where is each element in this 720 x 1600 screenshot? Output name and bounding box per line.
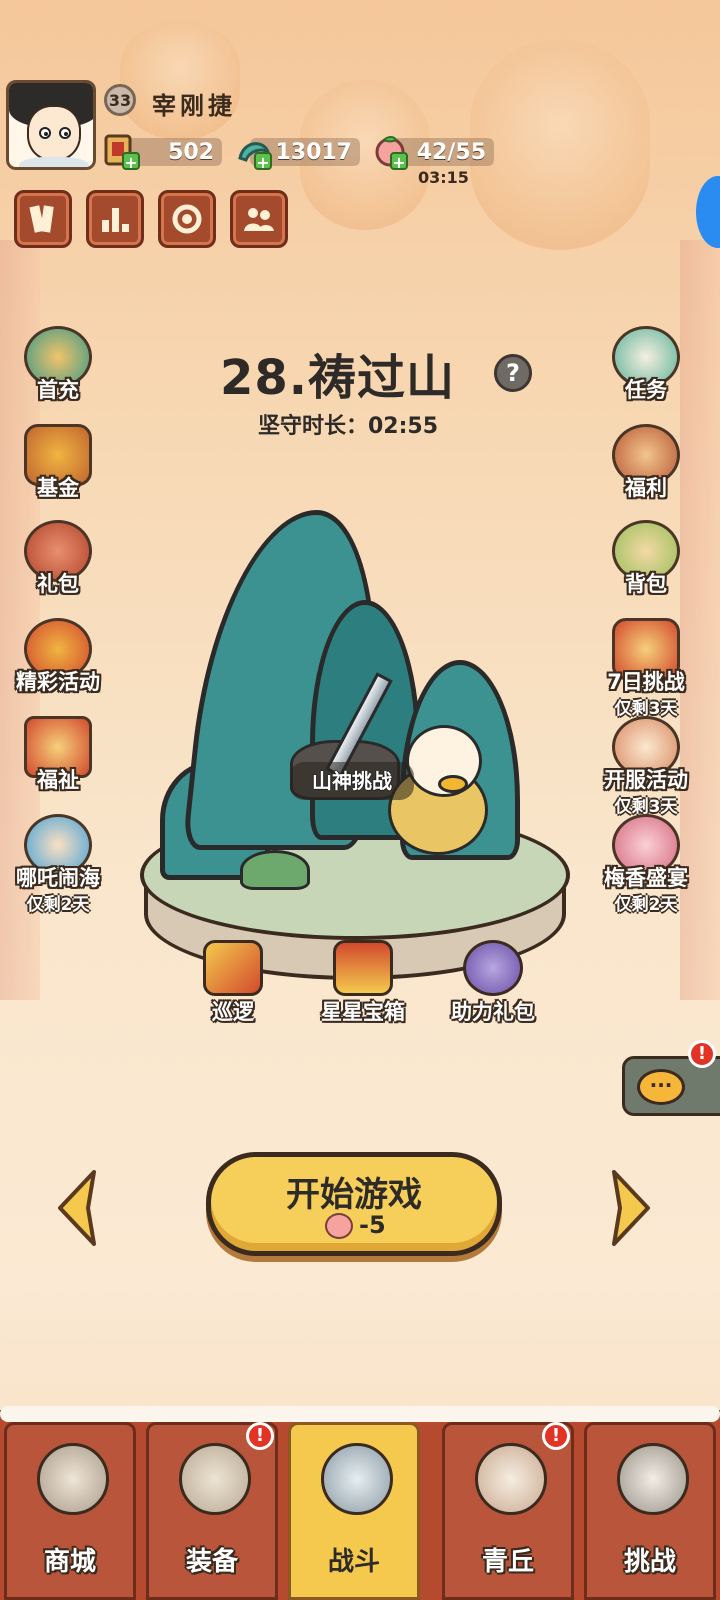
start-game-button[interactable]: 开始游戏 -5 xyxy=(206,1152,502,1256)
scene-item-label: 巡逻 xyxy=(212,1000,254,1024)
menu-label: 哪吒闹海 xyxy=(16,866,100,890)
scene-item-label: 助力礼包 xyxy=(451,1000,535,1024)
stamina-timer: 03:15 xyxy=(418,168,469,187)
chest-icon xyxy=(333,940,393,996)
mountain-peak-icon xyxy=(475,1443,547,1515)
challenge-orb-icon xyxy=(617,1443,689,1515)
helmet-icon xyxy=(179,1443,251,1515)
assist-gift-button[interactable]: 助力礼包 xyxy=(438,940,548,1030)
chat-bubble-icon: ··· xyxy=(637,1069,685,1105)
star-chest-button[interactable]: 星星宝箱 xyxy=(308,940,418,1030)
ranking-button[interactable] xyxy=(86,190,144,248)
friends-button[interactable] xyxy=(230,190,288,248)
avatar-eye xyxy=(59,127,71,139)
blessing-button[interactable]: 福祉 xyxy=(8,716,108,806)
fund-button[interactable]: 基金 xyxy=(8,424,108,514)
scene-item-label: 星星宝箱 xyxy=(321,1000,405,1024)
menu-label: 任务 xyxy=(625,378,667,402)
nav-snow-trim xyxy=(0,1406,720,1422)
menu-label: 精彩活动 xyxy=(16,670,100,694)
cards-icon xyxy=(29,205,54,233)
qingqiu-alert-badge: ! xyxy=(542,1422,570,1450)
menu-label: 背包 xyxy=(625,572,667,596)
avatar-body xyxy=(19,157,89,167)
menu-label: 开服活动 xyxy=(604,768,688,792)
plum-feast-button[interactable]: 梅香盛宴 仅剩2天 xyxy=(596,814,696,915)
gift-pack-button[interactable]: 礼包 xyxy=(8,520,108,610)
start-game-label: 开始游戏 xyxy=(286,1175,422,1215)
peach-icon xyxy=(325,1213,353,1239)
menu-label: 首充 xyxy=(37,378,79,402)
settings-button[interactable] xyxy=(158,190,216,248)
nav-tab-shop[interactable]: 商城 xyxy=(4,1422,136,1600)
help-icon[interactable]: ? xyxy=(494,354,532,392)
background-lantern xyxy=(120,20,240,140)
stage-scene[interactable] xyxy=(140,510,570,1010)
menu-label: 7日挑战 xyxy=(607,670,685,694)
equipment-alert-badge: ! xyxy=(246,1422,274,1450)
add-scroll-button[interactable]: + xyxy=(122,152,140,172)
menu-sublabel: 仅剩2天 xyxy=(614,895,678,915)
hold-time: 坚守时长：02:55 xyxy=(258,414,439,439)
first-recharge-button[interactable]: 首充 xyxy=(8,326,108,416)
settings-icon xyxy=(172,204,202,234)
nav-tab-label: 战斗 xyxy=(327,1547,380,1577)
stage-title: 28.祷过山 xyxy=(220,350,456,406)
nav-tab-label: 青丘 xyxy=(481,1547,534,1577)
jade-count: 13017 xyxy=(275,139,352,165)
scroll-count: 502 xyxy=(168,139,214,165)
events-button[interactable]: 精彩活动 xyxy=(8,618,108,708)
quest-button[interactable]: 任务 xyxy=(596,326,696,416)
previous-stage-arrow-icon[interactable] xyxy=(54,1168,102,1248)
nav-tab-label: 挑战 xyxy=(623,1547,676,1577)
chick-beak xyxy=(438,775,468,793)
nav-tab-challenge[interactable]: 挑战 xyxy=(584,1422,716,1600)
mountain-god-challenge-button[interactable]: 山神挑战 xyxy=(290,762,414,800)
nav-tab-label: 商城 xyxy=(43,1547,96,1577)
add-stamina-button[interactable]: + xyxy=(390,152,408,172)
seven-day-challenge-button[interactable]: 7日挑战 仅剩3天 xyxy=(596,618,696,719)
shop-icon xyxy=(37,1443,109,1515)
menu-label: 礼包 xyxy=(37,572,79,596)
menu-label: 基金 xyxy=(37,476,79,500)
cards-button[interactable] xyxy=(14,190,72,248)
nav-tab-label: 装备 xyxy=(185,1547,238,1577)
crossed-swords-icon xyxy=(321,1443,393,1515)
server-open-event-button[interactable]: 开服活动 仅剩3天 xyxy=(596,716,696,817)
ranking-icon xyxy=(102,208,129,232)
menu-label: 福祉 xyxy=(37,768,79,792)
flag-icon xyxy=(203,940,263,996)
nezha-event-button[interactable]: 哪吒闹海 仅剩2天 xyxy=(8,814,108,915)
stamina-count: 42/55 xyxy=(416,139,486,165)
patrol-button[interactable]: 巡逻 xyxy=(178,940,288,1030)
avatar-eye xyxy=(39,127,51,139)
add-jade-button[interactable]: + xyxy=(254,152,272,172)
next-stage-arrow-icon[interactable] xyxy=(606,1168,654,1248)
menu-label: 梅香盛宴 xyxy=(604,866,688,890)
menu-sublabel: 仅剩2天 xyxy=(26,895,90,915)
stamina-cost: -5 xyxy=(359,1211,386,1239)
nav-tab-battle[interactable]: 战斗 xyxy=(288,1422,420,1600)
player-avatar[interactable] xyxy=(6,80,96,170)
menu-label: 福利 xyxy=(625,476,667,500)
chat-alert-badge: ! xyxy=(688,1040,716,1068)
avatar-face xyxy=(27,105,81,161)
backpack-button[interactable]: 背包 xyxy=(596,520,696,610)
bush xyxy=(240,850,310,890)
player-level-badge: 33 xyxy=(104,84,136,116)
side-floating-button[interactable] xyxy=(696,176,720,248)
welfare-button[interactable]: 福利 xyxy=(596,424,696,514)
friends-icon xyxy=(244,208,274,231)
purple-bag-icon xyxy=(463,940,523,996)
player-name: 宰刚捷 xyxy=(152,92,236,120)
background-lantern xyxy=(470,40,650,250)
